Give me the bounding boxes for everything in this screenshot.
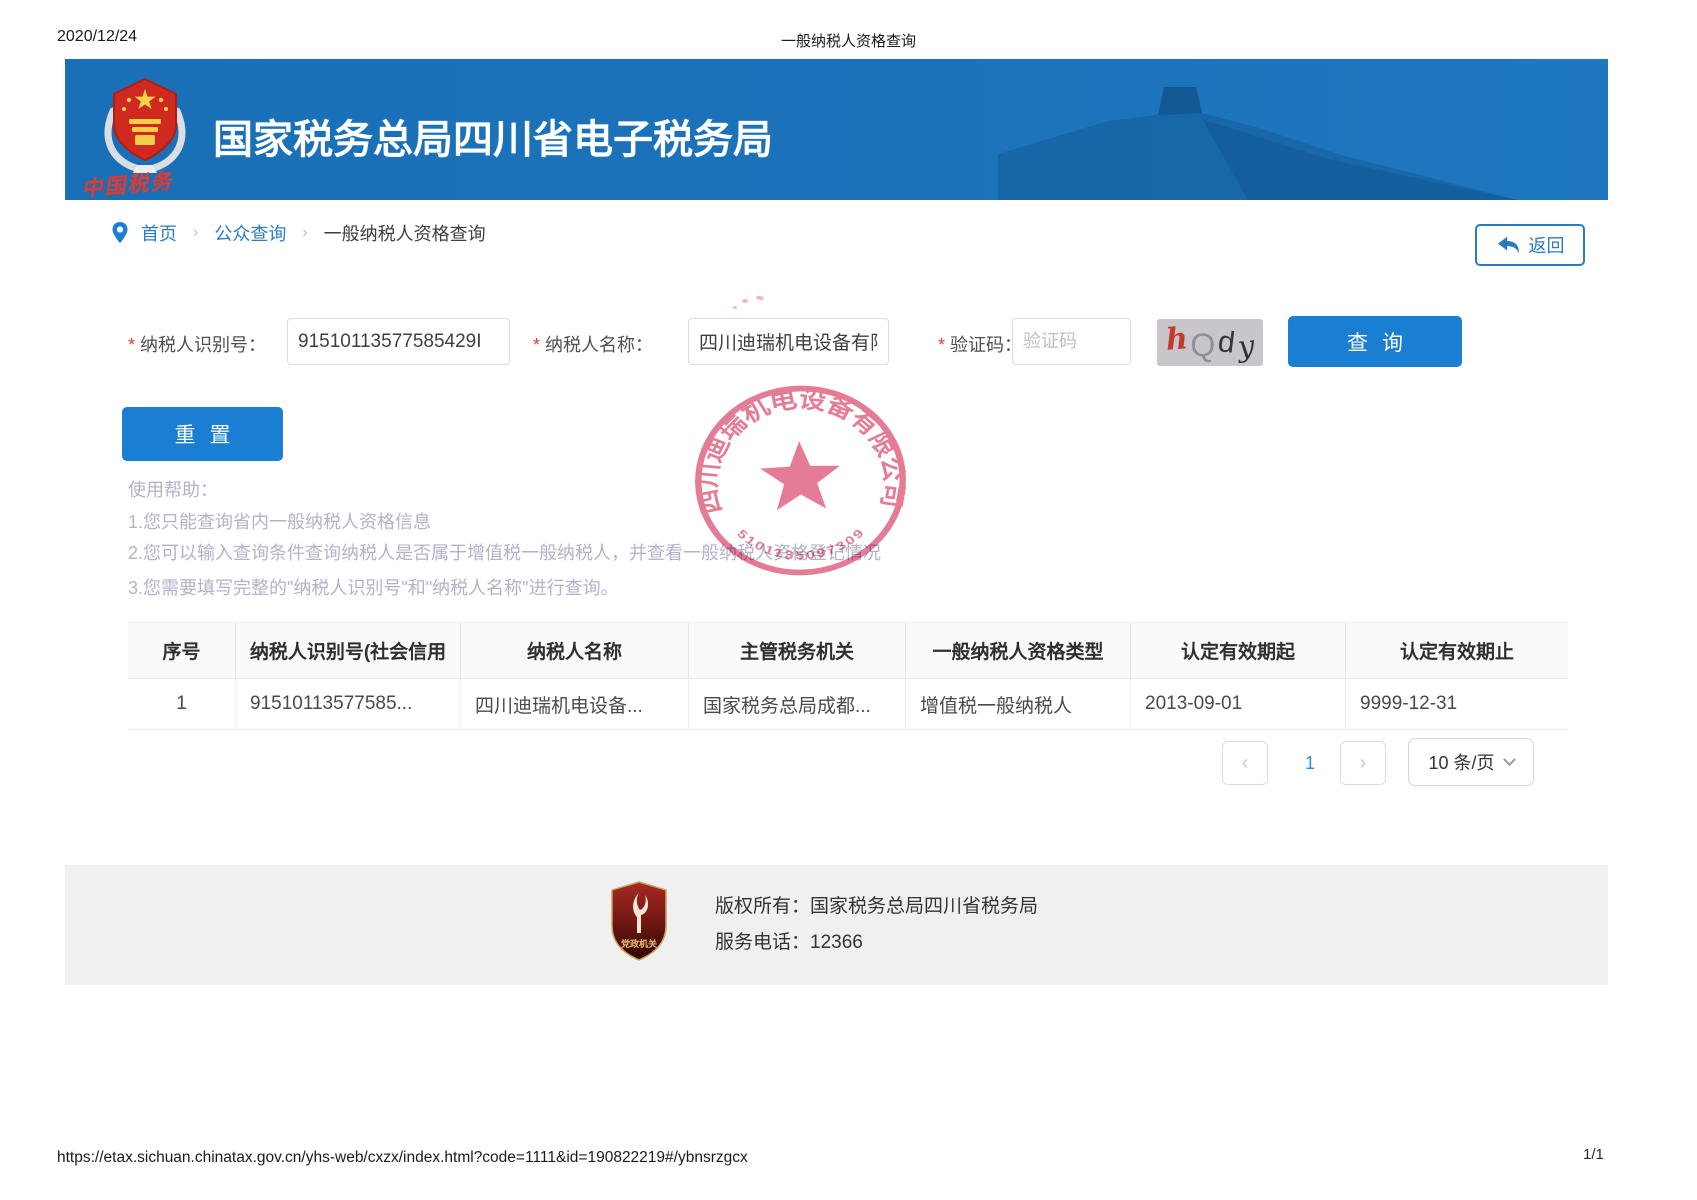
print-page-title: 一般纳税人资格查询 (0, 30, 1697, 51)
taxpayer-name-label: *纳税人名称： (533, 331, 653, 357)
required-asterisk: * (128, 335, 135, 355)
breadcrumb-home[interactable]: 首页 (141, 220, 177, 246)
stamp-ink-splatter (733, 306, 737, 309)
help-line: 2.您可以输入查询条件查询纳税人是否属于增值税一般纳税人，并查看一般纳税人资格登… (128, 539, 881, 565)
svg-text:党政机关: 党政机关 (621, 938, 657, 949)
breadcrumb-bar: 首页 › 公众查询 › 一般纳税人资格查询 返回 (65, 200, 1608, 266)
footer-copyright: 版权所有：国家税务总局四川省税务局 (715, 891, 1038, 918)
captcha-label: *验证码： (938, 331, 1022, 357)
query-button[interactable]: 查询 (1288, 316, 1462, 367)
required-asterisk: * (533, 335, 540, 355)
taxpayer-name-input[interactable] (688, 318, 889, 365)
captcha-char: d (1217, 327, 1237, 359)
taxpayer-id-label: *纳税人识别号： (128, 331, 266, 357)
col-header-tax-authority: 主管税务机关 (688, 623, 905, 678)
pagination-page-1[interactable]: 1 (1294, 741, 1326, 785)
captcha-input[interactable] (1012, 318, 1131, 365)
svg-text:四川迪瑞机电设备有限公司: 四川迪瑞机电设备有限公司 (689, 382, 909, 516)
cell-valid-from: 2013-09-01 (1130, 679, 1345, 729)
cell-tax-authority: 国家税务总局成都... (688, 679, 905, 729)
tax-bureau-emblem-icon (95, 73, 195, 173)
government-badge-icon: 党政机关 (610, 881, 668, 961)
col-header-seq: 序号 (128, 623, 235, 678)
taxpayer-id-input[interactable] (287, 318, 510, 365)
back-arrow-icon (1496, 234, 1522, 256)
pagination-next-button[interactable]: › (1340, 741, 1386, 785)
results-table: 序号 纳税人识别号(社会信用 纳税人名称 主管税务机关 一般纳税人资格类型 认定… (128, 622, 1568, 730)
help-line: 1.您只能查询省内一般纳税人资格信息 (128, 508, 431, 534)
page-size-value: 10 条/页 (1428, 749, 1494, 775)
cell-taxpayer-name: 四川迪瑞机电设备... (460, 679, 688, 729)
captcha-char: h (1165, 324, 1189, 355)
stamp-ink-splatter (756, 295, 765, 301)
col-header-valid-from: 认定有效期起 (1130, 623, 1345, 678)
cell-valid-to: 9999-12-31 (1345, 679, 1568, 729)
chevron-down-icon (1503, 753, 1516, 766)
back-button[interactable]: 返回 (1475, 224, 1585, 266)
cell-taxpayer-id: 91510113577585... (235, 679, 460, 729)
col-header-qualification-type: 一般纳税人资格类型 (905, 623, 1130, 678)
stamp-ink-splatter (742, 299, 748, 303)
pagination-prev-button[interactable]: ‹ (1222, 741, 1268, 785)
help-line: 3.您需要填写完整的"纳税人识别号"和"纳税人名称"进行查询。 (128, 574, 619, 600)
site-title: 国家税务总局四川省电子税务局 (213, 107, 773, 165)
breadcrumb-separator-icon: › (302, 224, 307, 242)
page-size-select[interactable]: 10 条/页 (1408, 738, 1534, 786)
location-pin-icon (109, 221, 131, 245)
print-page-indicator: 1/1 (1583, 1146, 1604, 1163)
col-header-taxpayer-id: 纳税人识别号(社会信用 (235, 623, 460, 678)
captcha-char: y (1237, 331, 1256, 362)
reset-button[interactable]: 重置 (122, 407, 283, 461)
seal-company-name: 四川迪瑞机电设备有限公司 (689, 382, 909, 516)
back-button-label: 返回 (1529, 232, 1565, 258)
breadcrumb-current: 一般纳税人资格查询 (324, 220, 486, 246)
col-header-taxpayer-name: 纳税人名称 (460, 623, 688, 678)
site-banner: 中国税务 国家税务总局四川省电子税务局 (65, 59, 1608, 200)
help-title: 使用帮助： (128, 476, 218, 502)
col-header-valid-to: 认定有效期止 (1345, 623, 1568, 678)
breadcrumb-separator-icon: › (193, 224, 198, 242)
table-header-row: 序号 纳税人识别号(社会信用 纳税人名称 主管税务机关 一般纳税人资格类型 认定… (128, 623, 1568, 679)
breadcrumb-public-query[interactable]: 公众查询 (214, 220, 286, 246)
captcha-image[interactable]: h Q d y (1157, 319, 1263, 366)
great-wall-image (998, 59, 1518, 200)
required-asterisk: * (938, 335, 945, 355)
print-url: https://etax.sichuan.chinatax.gov.cn/yhs… (57, 1149, 748, 1167)
cell-seq: 1 (128, 679, 235, 729)
footer-phone: 服务电话：12366 (715, 927, 863, 954)
footer: 党政机关 版权所有：国家税务总局四川省税务局 服务电话：12366 (65, 865, 1608, 985)
seal-star-icon (759, 440, 841, 511)
cell-qualification-type: 增值税一般纳税人 (905, 679, 1130, 729)
captcha-char: Q (1190, 329, 1215, 361)
breadcrumb: 首页 › 公众查询 › 一般纳税人资格查询 (109, 220, 486, 246)
table-row: 1 91510113577585... 四川迪瑞机电设备... 国家税务总局成都… (128, 679, 1568, 730)
